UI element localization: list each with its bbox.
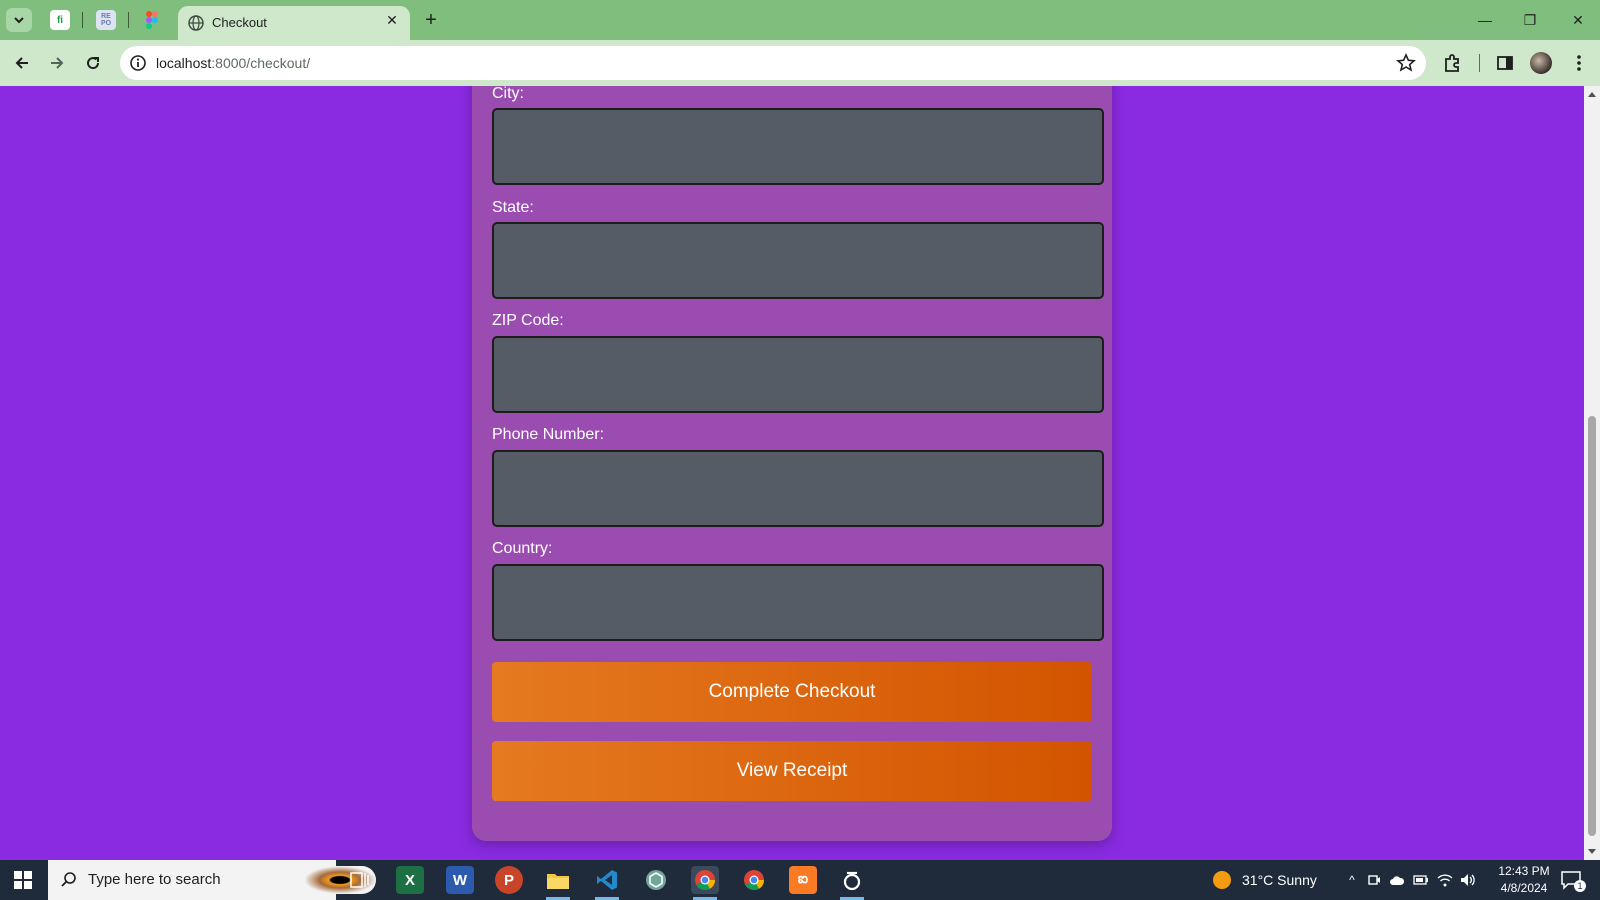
minimize-button[interactable]: — [1470,8,1500,32]
tab-checkout[interactable]: Checkout ✕ [178,6,410,40]
vscode-icon [597,870,617,890]
wifi-icon[interactable] [1437,872,1453,888]
page-viewport: City: State: ZIP Code: Phone Number: Cou… [0,86,1584,860]
repo-icon: RE PO [100,13,112,27]
page-scrollbar[interactable] [1584,86,1600,860]
view-receipt-button[interactable]: View Receipt [492,741,1092,801]
task-view-button[interactable] [346,866,374,894]
system-clock[interactable]: 12:43 PM 4/8/2024 [1492,863,1556,897]
country-input[interactable] [492,564,1104,641]
powerpoint-icon: P [503,871,514,889]
site-info-icon[interactable] [128,53,148,73]
side-panel-icon [1497,56,1513,70]
clock-time: 12:43 PM [1498,864,1550,878]
new-tab-button[interactable]: + [420,9,442,31]
figma-icon [146,11,158,29]
city-input[interactable] [492,108,1104,185]
reload-icon [87,57,100,70]
tab-divider [128,12,129,28]
checkout-form-card: City: State: ZIP Code: Phone Number: Cou… [472,86,1112,841]
close-tab-icon[interactable]: ✕ [384,12,400,28]
url-path: :8000/checkout/ [211,55,311,71]
notification-center-button[interactable]: 1 [1560,870,1586,892]
phone-number-input[interactable] [492,450,1104,527]
app-button[interactable] [838,866,866,900]
cloud-icon[interactable] [1389,872,1405,888]
profile-avatar[interactable] [1530,52,1552,74]
tab-search-button[interactable] [6,8,32,32]
close-window-button[interactable]: ✕ [1563,8,1593,32]
side-panel-button[interactable] [1494,52,1516,74]
pinned-tab-figma[interactable] [142,10,162,30]
file-explorer-app-button[interactable] [544,866,572,900]
state-label: State: [492,199,534,216]
kebab-menu-icon [1577,55,1581,71]
excel-icon: X [404,871,415,889]
extensions-button[interactable] [1442,52,1464,74]
notification-count-badge: 1 [1574,880,1586,892]
chatgpt-icon [646,870,666,890]
url-host: localhost [156,55,212,71]
zip-code-input[interactable] [492,336,1104,413]
tab-bar: fi RE PO Checkout ✕ + — ❐ ✕ [0,0,1600,40]
chevron-up-icon[interactable]: ^ [1344,872,1360,888]
reload-button[interactable] [80,50,106,76]
chatgpt-app-button[interactable] [642,866,670,894]
address-bar[interactable]: localhost:8000/checkout/ [120,46,1426,80]
tab-divider [82,12,83,28]
word-icon: W [452,871,468,889]
restore-button[interactable]: ❐ [1515,8,1545,32]
volume-icon[interactable] [1460,872,1476,888]
taskbar-search-box[interactable]: Type here to search [48,860,376,900]
task-view-icon [350,872,369,888]
complete-checkout-button[interactable]: Complete Checkout [492,662,1092,722]
pinned-tab-repo[interactable]: RE PO [96,10,116,30]
word-app-button[interactable]: W [446,866,474,894]
folder-icon [547,874,569,889]
app-icon [843,871,861,891]
search-icon [61,872,76,887]
powerpoint-app-button[interactable]: P [495,866,523,894]
vscode-app-button[interactable] [593,866,621,900]
scroll-down-arrow-icon[interactable] [1588,849,1596,854]
search-placeholder: Type here to search [88,871,221,888]
chrome-app-button[interactable] [740,866,768,894]
country-label: Country: [492,540,553,557]
fi-icon: fi [56,14,64,26]
meet-icon[interactable] [1366,872,1382,888]
url-text[interactable]: localhost:8000/checkout/ [156,55,310,71]
weather-sun-icon[interactable] [1212,870,1232,890]
arrow-right-icon [51,57,64,69]
xampp-icon: ఐ [797,870,809,886]
windows-start-icon[interactable] [14,871,32,889]
globe-icon [188,15,204,31]
chrome-icon [744,870,765,891]
pinned-tab-fi[interactable]: fi [50,10,70,30]
arrow-left-icon [15,57,28,69]
scrollbar-thumb[interactable] [1588,416,1596,836]
tab-title: Checkout [212,15,267,30]
weather-text[interactable]: 31°C Sunny [1242,872,1317,888]
forward-button[interactable] [44,50,70,76]
windows-taskbar: Type here to search X W P ఐ 31°C Sunny ^ [0,860,1600,900]
back-button[interactable] [9,50,35,76]
toolbar-divider [1479,54,1480,72]
city-label: City: [492,86,524,102]
xampp-app-button[interactable]: ఐ [789,866,817,894]
chevron-down-icon [14,17,24,24]
chrome-app-button-active[interactable] [691,866,719,900]
excel-app-button[interactable]: X [396,866,424,894]
clock-date: 4/8/2024 [1500,881,1548,895]
state-input[interactable] [492,222,1104,299]
browser-menu-button[interactable] [1568,52,1590,74]
scroll-up-arrow-icon[interactable] [1588,92,1596,97]
phone-number-label: Phone Number: [492,426,605,443]
puzzle-icon [1445,54,1459,72]
chrome-icon [695,870,716,891]
browser-toolbar: localhost:8000/checkout/ [0,40,1600,86]
zip-code-label: ZIP Code: [492,312,564,329]
battery-icon[interactable] [1413,872,1429,888]
bookmark-star-icon[interactable] [1396,53,1416,73]
